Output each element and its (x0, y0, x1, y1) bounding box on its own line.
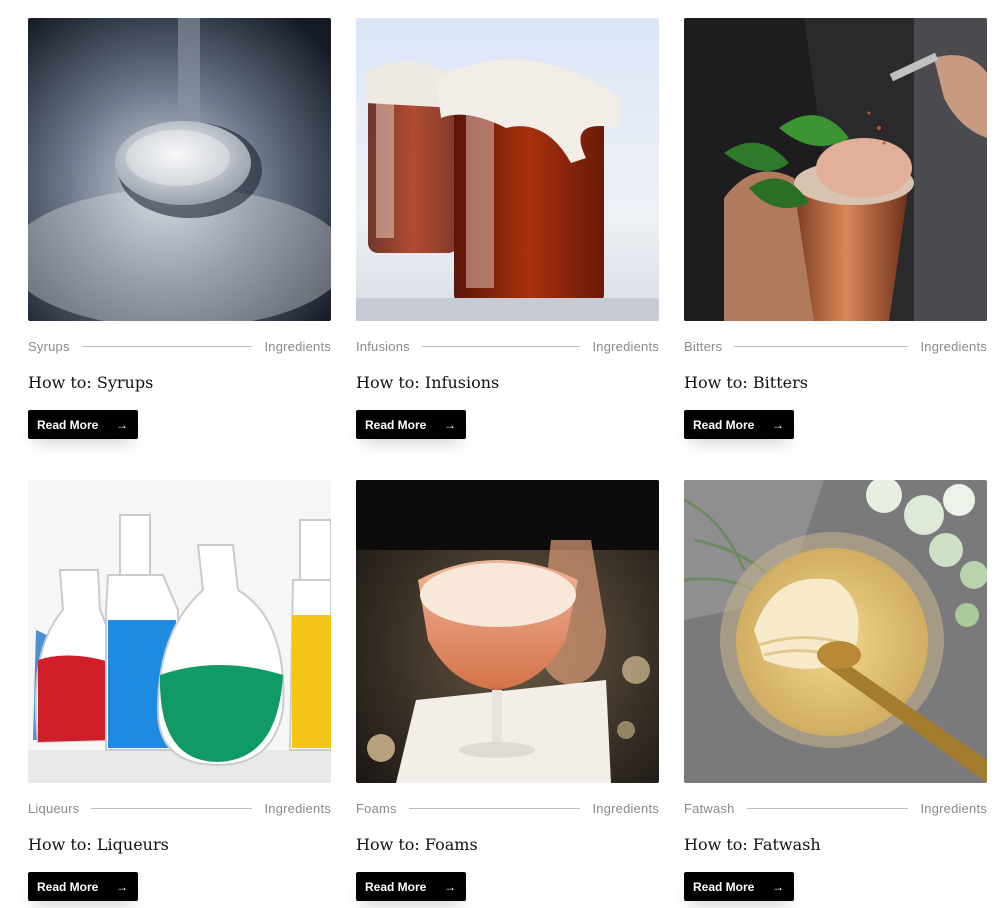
card-meta: Syrups Ingredients (28, 338, 331, 354)
read-more-label: Read More (693, 879, 755, 894)
read-more-label: Read More (365, 417, 427, 432)
foam-cocktail-image[interactable] (356, 480, 659, 783)
category-label[interactable]: Bitters (684, 339, 722, 354)
arrow-right-icon: → (116, 879, 128, 894)
read-more-button[interactable]: Read More → (684, 410, 794, 439)
card-title[interactable]: How to: Fatwash (684, 834, 987, 856)
category-label[interactable]: Infusions (356, 339, 410, 354)
card-meta: Fatwash Ingredients (684, 800, 987, 816)
arrow-right-icon: → (116, 417, 128, 432)
card-title[interactable]: How to: Liqueurs (28, 834, 331, 856)
sugar-spoon-image[interactable] (28, 18, 331, 321)
card-title[interactable]: How to: Infusions (356, 372, 659, 394)
card-meta: Infusions Ingredients (356, 338, 659, 354)
card-title[interactable]: How to: Syrups (28, 372, 331, 394)
read-more-button[interactable]: Read More → (28, 410, 138, 439)
card-foams: Foams Ingredients How to: Foams Read Mor… (356, 480, 659, 901)
read-more-button[interactable]: Read More → (28, 872, 138, 901)
read-more-label: Read More (693, 417, 755, 432)
colored-bottles-image[interactable] (28, 480, 331, 783)
copper-cup-image[interactable] (684, 18, 987, 321)
card-meta: Foams Ingredients (356, 800, 659, 816)
read-more-label: Read More (37, 879, 99, 894)
tag-label[interactable]: Ingredients (264, 801, 331, 816)
meta-divider (746, 807, 909, 809)
card-fatwash: Fatwash Ingredients How to: Fatwash Read… (684, 480, 987, 901)
tag-label[interactable]: Ingredients (592, 339, 659, 354)
category-label[interactable]: Syrups (28, 339, 70, 354)
card-meta: Bitters Ingredients (684, 338, 987, 354)
tag-label[interactable]: Ingredients (920, 801, 987, 816)
category-label[interactable]: Fatwash (684, 801, 735, 816)
card-bitters: Bitters Ingredients How to: Bitters Read… (684, 18, 987, 439)
infusion-jars-image[interactable] (356, 18, 659, 321)
meta-divider (734, 345, 909, 347)
card-title[interactable]: How to: Foams (356, 834, 659, 856)
category-label[interactable]: Foams (356, 801, 397, 816)
card-syrups: Syrups Ingredients How to: Syrups Read M… (28, 18, 331, 439)
card-infusions: Infusions Ingredients How to: Infusions … (356, 18, 659, 439)
card-title[interactable]: How to: Bitters (684, 372, 987, 394)
tag-label[interactable]: Ingredients (264, 339, 331, 354)
tag-label[interactable]: Ingredients (592, 801, 659, 816)
meta-divider (408, 807, 581, 809)
card-meta: Liqueurs Ingredients (28, 800, 331, 816)
arrow-right-icon: → (772, 417, 784, 432)
category-label[interactable]: Liqueurs (28, 801, 79, 816)
recipe-card-grid: Syrups Ingredients How to: Syrups Read M… (28, 18, 987, 901)
meta-divider (421, 345, 581, 347)
read-more-button[interactable]: Read More → (684, 872, 794, 901)
meta-divider (91, 807, 253, 809)
butter-jar-image[interactable] (684, 480, 987, 783)
read-more-label: Read More (37, 417, 99, 432)
card-liqueurs: Liqueurs Ingredients How to: Liqueurs Re… (28, 480, 331, 901)
meta-divider (81, 345, 253, 347)
read-more-button[interactable]: Read More → (356, 872, 466, 901)
arrow-right-icon: → (772, 879, 784, 894)
read-more-label: Read More (365, 879, 427, 894)
read-more-button[interactable]: Read More → (356, 410, 466, 439)
arrow-right-icon: → (444, 879, 456, 894)
arrow-right-icon: → (444, 417, 456, 432)
tag-label[interactable]: Ingredients (920, 339, 987, 354)
